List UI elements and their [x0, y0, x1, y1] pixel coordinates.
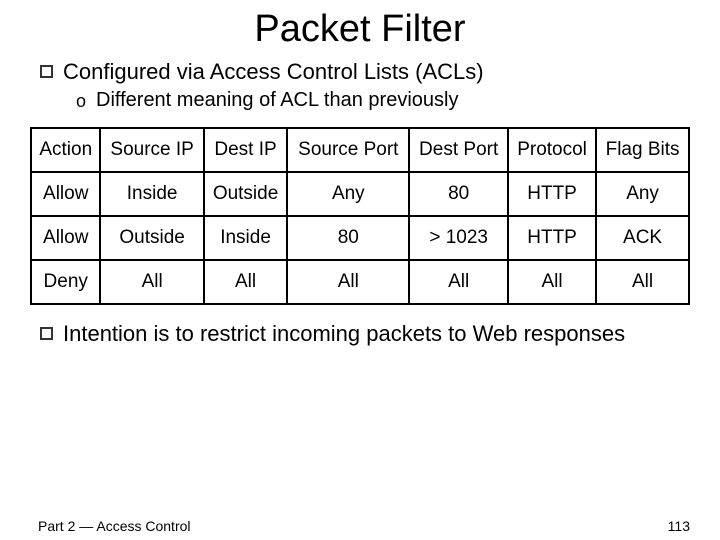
- cell: Allow: [31, 172, 100, 216]
- cell: All: [508, 260, 596, 304]
- bullet-level1: Intention is to restrict incoming packet…: [40, 321, 690, 347]
- col-dst-port: Dest Port: [409, 128, 508, 172]
- cell: Outside: [204, 172, 287, 216]
- footer-left: Part 2 — Access Control: [38, 518, 191, 534]
- col-flag: Flag Bits: [596, 128, 689, 172]
- bullet1-sub-text: Different meaning of ACL than previously: [96, 89, 458, 112]
- cell: Inside: [100, 172, 203, 216]
- cell: All: [204, 260, 287, 304]
- table-header-row: Action Source IP Dest IP Source Port Des…: [31, 128, 689, 172]
- cell: Allow: [31, 216, 100, 260]
- col-action: Action: [31, 128, 100, 172]
- cell: 80: [287, 216, 409, 260]
- table-row: Deny All All All All All All: [31, 260, 689, 304]
- slide-title: Packet Filter: [0, 8, 720, 51]
- acl-table: Action Source IP Dest IP Source Port Des…: [30, 127, 690, 305]
- cell: Inside: [204, 216, 287, 260]
- cell: All: [100, 260, 203, 304]
- circle-bullet-icon: o: [76, 89, 86, 113]
- square-bullet-icon: [40, 65, 53, 78]
- col-protocol: Protocol: [508, 128, 596, 172]
- cell: All: [596, 260, 689, 304]
- cell: HTTP: [508, 172, 596, 216]
- footer-right: 113: [668, 518, 690, 534]
- col-src-ip: Source IP: [100, 128, 203, 172]
- cell: Outside: [100, 216, 203, 260]
- cell: Any: [287, 172, 409, 216]
- cell: Any: [596, 172, 689, 216]
- bullet-level2: o Different meaning of ACL than previous…: [76, 89, 690, 113]
- col-src-port: Source Port: [287, 128, 409, 172]
- cell: ACK: [596, 216, 689, 260]
- cell: All: [287, 260, 409, 304]
- table-row: Allow Outside Inside 80 > 1023 HTTP ACK: [31, 216, 689, 260]
- footer: Part 2 — Access Control 113: [38, 518, 690, 534]
- cell: HTTP: [508, 216, 596, 260]
- square-bullet-icon: [40, 327, 53, 340]
- cell: 80: [409, 172, 508, 216]
- bullet2-text: Intention is to restrict incoming packet…: [63, 321, 625, 347]
- bullet-block-top: Configured via Access Control Lists (ACL…: [40, 59, 690, 113]
- cell: All: [409, 260, 508, 304]
- cell: Deny: [31, 260, 100, 304]
- col-dst-ip: Dest IP: [204, 128, 287, 172]
- bullet1-text: Configured via Access Control Lists (ACL…: [63, 59, 484, 85]
- cell: > 1023: [409, 216, 508, 260]
- slide: Packet Filter Configured via Access Cont…: [0, 8, 720, 540]
- bullet-level1: Configured via Access Control Lists (ACL…: [40, 59, 690, 85]
- bullet-block-bottom: Intention is to restrict incoming packet…: [40, 321, 690, 347]
- table-row: Allow Inside Outside Any 80 HTTP Any: [31, 172, 689, 216]
